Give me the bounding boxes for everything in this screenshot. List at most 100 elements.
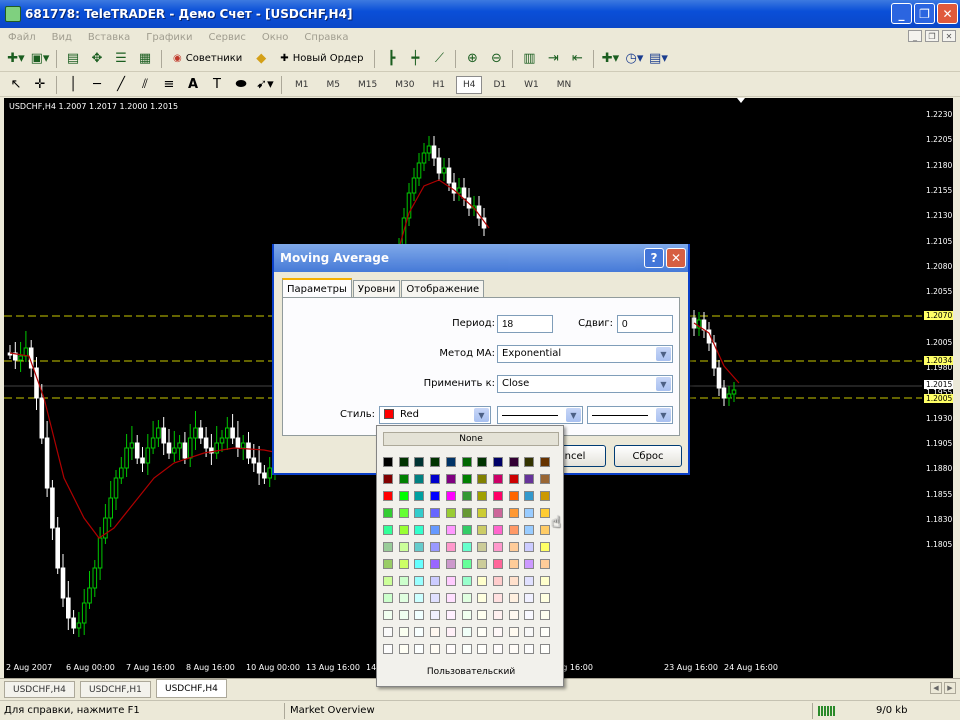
color-swatch[interactable] (508, 593, 519, 603)
color-swatch[interactable] (477, 508, 488, 518)
tile-windows-icon[interactable]: ▥ (519, 49, 539, 69)
color-swatch[interactable] (492, 457, 503, 467)
color-swatch[interactable] (492, 627, 503, 637)
color-swatch[interactable] (430, 593, 441, 603)
color-swatch[interactable] (414, 542, 425, 552)
color-swatch[interactable] (430, 576, 441, 586)
color-swatch[interactable] (430, 508, 441, 518)
timeframe-m30[interactable]: M30 (388, 76, 421, 94)
menu-help[interactable]: Справка (296, 32, 356, 43)
tab-levels[interactable]: Уровни (352, 280, 401, 298)
color-swatch[interactable] (461, 491, 472, 501)
color-swatch[interactable] (398, 491, 409, 501)
color-swatch[interactable] (430, 457, 441, 467)
color-swatch[interactable] (540, 474, 550, 484)
color-swatch[interactable] (524, 542, 535, 552)
navigator-icon[interactable]: ✥ (87, 49, 107, 69)
color-swatch[interactable] (383, 474, 393, 484)
ma-method-select[interactable]: Exponential ▼ (497, 345, 673, 363)
color-swatch[interactable] (461, 508, 472, 518)
color-swatch[interactable] (492, 593, 503, 603)
color-swatch[interactable] (445, 593, 456, 603)
timeframe-m1[interactable]: M1 (288, 76, 316, 94)
color-swatch[interactable] (445, 627, 456, 637)
channel-icon[interactable]: ⫽ (135, 75, 155, 95)
apply-to-select[interactable]: Close ▼ (497, 375, 673, 393)
color-swatch[interactable] (524, 508, 535, 518)
menu-file[interactable]: Файл (0, 32, 44, 43)
color-swatch[interactable] (398, 542, 409, 552)
timeframe-h4[interactable]: H4 (455, 75, 483, 94)
color-swatch[interactable] (492, 525, 503, 535)
color-swatch[interactable] (524, 474, 535, 484)
color-swatch[interactable] (508, 542, 519, 552)
color-swatch[interactable] (508, 559, 519, 569)
color-swatch[interactable] (414, 610, 425, 620)
color-swatch[interactable] (508, 457, 519, 467)
color-swatch[interactable] (445, 525, 456, 535)
color-swatch[interactable] (540, 644, 550, 654)
color-swatch[interactable] (461, 474, 472, 484)
color-swatch[interactable] (477, 457, 488, 467)
ellipse-tool-icon[interactable]: ⬬ (231, 75, 251, 95)
color-swatch[interactable] (430, 474, 441, 484)
market-watch-icon[interactable]: ▤ (63, 49, 83, 69)
shift-input[interactable] (617, 315, 673, 333)
chart-tab-usdchf-h4-active[interactable]: USDCHF,H4 (156, 679, 227, 698)
color-swatch[interactable] (540, 525, 550, 535)
color-swatch[interactable] (445, 457, 456, 467)
timeframe-d1[interactable]: D1 (486, 76, 513, 94)
color-swatch[interactable] (540, 593, 550, 603)
color-swatch[interactable] (383, 610, 393, 620)
color-swatch[interactable] (508, 508, 519, 518)
color-swatch[interactable] (477, 474, 488, 484)
color-swatch[interactable] (508, 576, 519, 586)
color-swatch[interactable] (540, 559, 550, 569)
zoom-out-icon[interactable]: ⊖ (486, 49, 506, 69)
color-swatch[interactable] (383, 525, 393, 535)
color-swatch[interactable] (430, 491, 441, 501)
color-swatch[interactable] (430, 542, 441, 552)
mdi-minimize-button[interactable]: _ (908, 30, 922, 42)
new-chart-icon[interactable]: ✚▾ (6, 49, 26, 69)
color-swatch[interactable] (508, 610, 519, 620)
color-swatch[interactable] (430, 559, 441, 569)
chart-tab-usdchf-h4[interactable]: USDCHF,H4 (4, 681, 75, 698)
color-swatch[interactable] (524, 559, 535, 569)
color-swatch[interactable] (477, 576, 488, 586)
color-swatch[interactable] (477, 491, 488, 501)
mdi-close-button[interactable]: ✕ (942, 30, 956, 42)
color-swatch[interactable] (492, 576, 503, 586)
color-swatch[interactable] (524, 525, 535, 535)
color-swatch[interactable] (398, 508, 409, 518)
color-swatch[interactable] (398, 610, 409, 620)
color-swatch[interactable] (492, 491, 503, 501)
color-swatch[interactable] (492, 542, 503, 552)
vertical-line-icon[interactable]: │ (63, 75, 83, 95)
color-swatch[interactable] (398, 525, 409, 535)
color-swatch[interactable] (430, 627, 441, 637)
color-swatch[interactable] (445, 576, 456, 586)
color-swatch[interactable] (477, 593, 488, 603)
color-swatch[interactable] (398, 644, 409, 654)
menu-tools[interactable]: Сервис (200, 32, 253, 43)
color-swatch[interactable] (540, 576, 550, 586)
expert-advisors-button[interactable]: ◉ Советники (168, 49, 247, 69)
color-swatch[interactable] (524, 644, 535, 654)
color-swatch[interactable] (524, 491, 535, 501)
horizontal-line-icon[interactable]: ─ (87, 75, 107, 95)
color-swatch[interactable] (414, 491, 425, 501)
color-swatch[interactable] (508, 627, 519, 637)
arrows-tool-icon[interactable]: ➹▾ (255, 75, 275, 95)
color-swatch[interactable] (383, 491, 393, 501)
color-swatch[interactable] (461, 644, 472, 654)
color-swatch[interactable] (540, 542, 550, 552)
cursor-tool-icon[interactable]: ↖ (6, 75, 26, 95)
color-swatch[interactable] (477, 525, 488, 535)
chart-tab-usdchf-h1[interactable]: USDCHF,H1 (80, 681, 151, 698)
mdi-restore-button[interactable]: ❐ (925, 30, 939, 42)
label-tool-icon[interactable]: T (207, 75, 227, 95)
color-swatch[interactable] (383, 508, 393, 518)
profiles-icon[interactable]: ▣▾ (30, 49, 50, 69)
terminal-icon[interactable]: ☰ (111, 49, 131, 69)
